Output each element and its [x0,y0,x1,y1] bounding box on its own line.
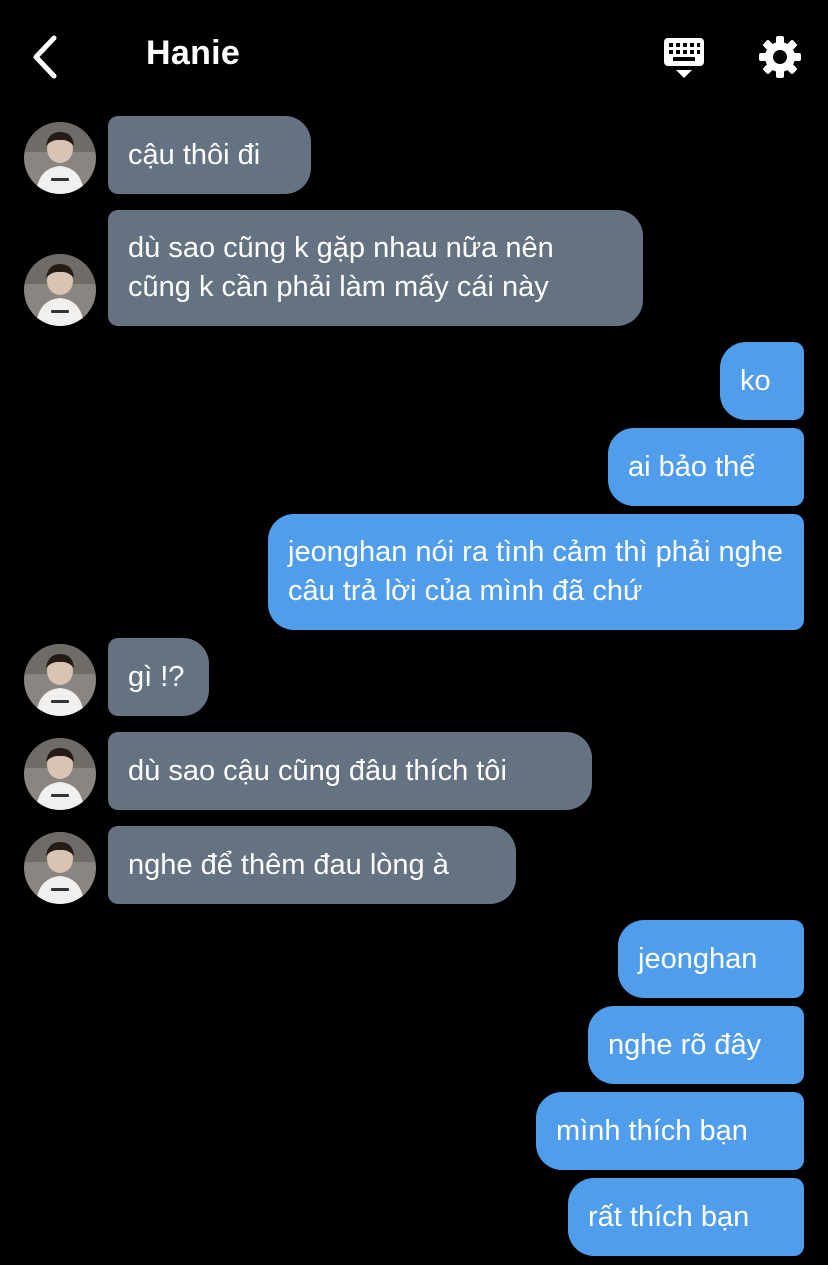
message-bubble-outgoing[interactable]: mình thích bạn [536,1092,804,1170]
chat-title: Hanie [146,34,241,72]
keyboard-button[interactable] [660,36,708,80]
message-bubble-outgoing[interactable]: rất thích bạn [568,1178,804,1256]
settings-button[interactable] [757,34,803,80]
avatar[interactable] [24,738,96,810]
avatar[interactable] [24,122,96,194]
profile-photo [24,254,96,326]
message-bubble-incoming[interactable]: dù sao cậu cũng đâu thích tôi [108,732,592,810]
gear-icon [759,36,801,78]
message-bubble-outgoing[interactable]: jeonghan nói ra tình cảm thì phải nghe c… [268,514,804,630]
keyboard-icon [664,38,704,78]
avatar[interactable] [24,644,96,716]
chevron-left-icon [33,35,57,79]
avatar[interactable] [24,832,96,904]
message-bubble-incoming[interactable]: gì !? [108,638,209,716]
message-bubble-incoming[interactable]: dù sao cũng k gặp nhau nữa nên cũng k cầ… [108,210,643,326]
message-bubble-incoming[interactable]: nghe để thêm đau lòng à [108,826,516,904]
profile-photo [24,738,96,810]
message-bubble-incoming[interactable]: cậu thôi đi [108,116,311,194]
avatar[interactable] [24,254,96,326]
message-bubble-outgoing[interactable]: ko [720,342,804,420]
chat-header: Hanie [0,0,828,112]
profile-photo [24,644,96,716]
message-bubble-outgoing[interactable]: jeonghan [618,920,804,998]
profile-photo [24,832,96,904]
profile-photo [24,122,96,194]
back-button[interactable] [26,34,66,80]
message-bubble-outgoing[interactable]: ai bảo thế [608,428,804,506]
message-bubble-outgoing[interactable]: nghe rõ đây [588,1006,804,1084]
